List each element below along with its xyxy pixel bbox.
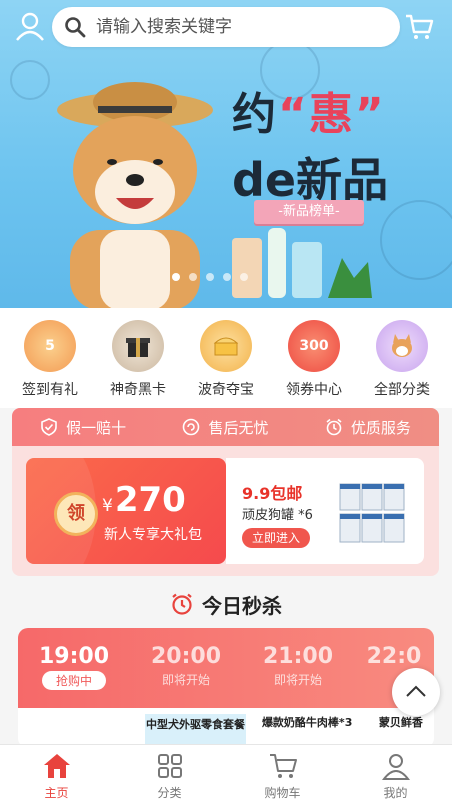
seckill-product[interactable]: 中型犬外驱零食套餐	[144, 714, 246, 744]
time-slot[interactable]: 21:00 即将开始	[242, 644, 354, 708]
search-input[interactable]	[96, 17, 376, 37]
nav-cart[interactable]: 购物车	[243, 745, 323, 803]
nav-category[interactable]: 分类	[130, 745, 210, 803]
nav-label: 分类	[157, 786, 182, 800]
guarantee-label: 假一赔十	[66, 418, 127, 437]
category-black-card[interactable]: 神奇黑卡	[98, 320, 178, 408]
banner-dot[interactable]	[189, 273, 197, 281]
user-icon[interactable]	[14, 10, 46, 42]
coupon-description: 新人专享大礼包	[104, 527, 202, 543]
time-slot[interactable]: 20:00 即将开始	[130, 644, 242, 708]
treasure-icon	[200, 320, 252, 372]
category-all[interactable]: 全部分类	[362, 320, 442, 408]
back-to-top-button[interactable]	[392, 668, 440, 716]
category-row: 5 签到有礼 神奇黑卡 波奇夺宝 300 领券中心 全部分类	[0, 308, 452, 408]
seckill-time-slots: 19:00 抢购中 20:00 即将开始 21:00 即将开始 22:0	[18, 628, 434, 708]
chevron-up-icon	[406, 685, 426, 697]
seckill-header: 今日秒杀	[0, 586, 452, 622]
seckill-product[interactable]	[28, 714, 129, 744]
banner-dot[interactable]	[172, 273, 180, 281]
category-label: 领券中心	[286, 382, 342, 398]
slot-status: 即将开始	[161, 673, 210, 687]
category-coupon-center[interactable]: 300 领券中心	[274, 320, 354, 408]
guarantee-label: 售后无忧	[208, 418, 269, 437]
guarantee-item: 假一赔十	[40, 417, 126, 438]
slot-time: 22:0	[366, 644, 422, 669]
category-label: 神奇黑卡	[110, 382, 166, 398]
pack-deal-title: 9.9包邮	[242, 484, 303, 503]
black-card-icon	[112, 320, 164, 372]
shield-check-icon	[41, 418, 57, 436]
pack-deal-item: 顽皮狗罐 *6	[242, 508, 313, 523]
after-sales-icon	[183, 418, 200, 436]
nav-label: 我的	[383, 786, 408, 800]
time-slot[interactable]: 19:00 抢购中	[18, 644, 130, 708]
seckill-title: 今日秒杀	[202, 593, 282, 618]
slot-status: 抢购中	[41, 671, 106, 690]
slot-time: 19:00	[38, 644, 110, 669]
banner-dot[interactable]	[223, 273, 231, 281]
grid-icon	[157, 754, 182, 778]
top-bar	[0, 0, 452, 56]
category-sign-in[interactable]: 5 签到有礼	[10, 320, 90, 408]
guarantee-bar: 假一赔十 售后无忧 优质服务	[12, 408, 439, 446]
coupon-amount: ¥270	[102, 480, 186, 520]
seckill-product[interactable]: 爆款奶酪牛肉棒*3	[262, 714, 363, 744]
guarantee-item: 售后无忧	[182, 417, 269, 438]
slot-time: 20:00	[150, 644, 222, 669]
seckill-products: 中型犬外驱零食套餐 爆款奶酪牛肉棒*3 蒙贝鲜香	[18, 708, 434, 744]
guarantee-label: 优质服务	[350, 418, 411, 437]
category-treasure[interactable]: 波奇夺宝	[186, 320, 266, 408]
cart-icon	[269, 754, 297, 778]
guarantee-item: 优质服务	[325, 417, 411, 438]
slot-time: 21:00	[262, 644, 334, 669]
dog-food-cans-image	[339, 483, 405, 543]
nav-label: 购物车	[264, 786, 301, 800]
sign-in-gift-icon: 5	[24, 320, 76, 372]
enter-now-button[interactable]: 立即进入	[242, 528, 310, 548]
seckill-card: 19:00 抢购中 20:00 即将开始 21:00 即将开始 22:0 中型犬…	[18, 628, 434, 748]
nav-profile[interactable]: 我的	[356, 745, 436, 803]
banner-dot[interactable]	[240, 273, 248, 281]
nav-label: 主页	[44, 786, 69, 800]
bottom-nav: 主页 分类 购物车 我的	[0, 744, 452, 803]
alarm-service-icon	[326, 418, 342, 436]
coupon-badge: 领	[54, 492, 98, 536]
category-label: 签到有礼	[22, 382, 78, 398]
banner-doodle	[380, 200, 452, 280]
pack-deal-card[interactable]: 9.9包邮 顽皮狗罐 *6 立即进入	[226, 458, 424, 564]
search-icon	[65, 17, 86, 38]
seckill-product[interactable]: 蒙贝鲜香	[379, 714, 434, 744]
banner-doodle	[10, 60, 50, 100]
category-label: 波奇夺宝	[198, 382, 254, 398]
banner-pagination[interactable]	[172, 273, 248, 281]
slot-status: 即将开始	[273, 673, 322, 687]
category-label: 全部分类	[374, 382, 430, 398]
coupon-center-icon: 300	[288, 320, 340, 372]
banner-dot[interactable]	[206, 273, 214, 281]
banner-title: 约“惠”	[232, 89, 386, 140]
alarm-clock-icon	[172, 593, 192, 615]
all-categories-icon	[376, 320, 428, 372]
nav-home[interactable]: 主页	[17, 745, 97, 803]
home-icon	[43, 754, 70, 778]
cart-icon[interactable]	[404, 12, 434, 42]
profile-icon	[381, 754, 410, 780]
product-bottles-illustration	[232, 228, 372, 298]
banner-ribbon: -新品榜单-	[254, 200, 364, 224]
newcomer-coupon[interactable]: 领 ¥270 新人专享大礼包	[26, 458, 226, 564]
promo-section: 领 ¥270 新人专享大礼包 9.9包邮 顽皮狗罐 *6 立即进入	[12, 446, 439, 576]
search-bar[interactable]	[52, 7, 400, 47]
